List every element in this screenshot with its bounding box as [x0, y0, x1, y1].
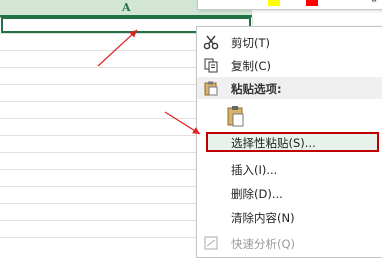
arrow-to-cell	[97, 29, 138, 67]
annotation-arrows	[97, 29, 201, 135]
arrow-to-paste-special	[164, 111, 201, 135]
